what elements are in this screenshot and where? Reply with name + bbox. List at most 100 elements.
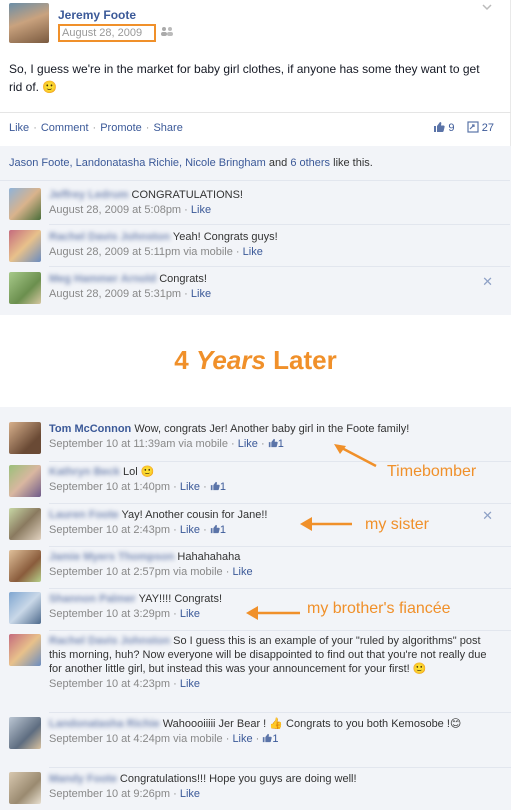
comment-item: Meg Hammer Arnold Congrats! August 28, 2…: [0, 270, 511, 308]
comment-item: Lauren Foote Yay! Another cousin for Jan…: [0, 506, 511, 546]
original-post: Jeremy Foote August 28, 2009 So, I guess…: [0, 0, 511, 315]
comment-item: Jeffrey Ledrum CONGRATULATIONS! August 2…: [0, 186, 511, 224]
likes-line-others[interactable]: 6 others: [290, 157, 330, 169]
commenter-avatar[interactable]: [9, 230, 41, 262]
commenter-name[interactable]: Shannon Palmer: [49, 593, 136, 605]
annotation-sister: my sister: [365, 516, 429, 533]
comment-text: Yay! Another cousin for Jane!!: [121, 509, 268, 521]
post-counts: 9 27: [433, 121, 494, 134]
comment-like-link[interactable]: Like: [180, 608, 200, 620]
post-date[interactable]: August 28, 2009: [58, 24, 156, 42]
comment-timestamp[interactable]: September 10 at 2:43pm: [49, 524, 170, 536]
commenter-name[interactable]: Mandy Foote: [49, 773, 117, 785]
divider: [0, 112, 511, 113]
commenter-avatar[interactable]: [9, 508, 41, 540]
comment-likes-count[interactable]: 1: [210, 481, 226, 493]
comment-like-link[interactable]: Like: [191, 204, 211, 216]
thumbs-up-icon: [210, 481, 220, 491]
comment-like-link[interactable]: Like: [232, 733, 252, 745]
share-icon: [467, 121, 479, 133]
comment-text: Congrats!: [159, 273, 207, 285]
commenter-name[interactable]: Tom McConnon: [49, 423, 131, 435]
commenter-avatar[interactable]: [9, 592, 41, 624]
thumbs-up-icon: [210, 524, 220, 534]
commenter-avatar[interactable]: [9, 272, 41, 304]
commenter-name[interactable]: Kathryn Beck: [49, 466, 120, 478]
comment-text: Hahahahaha: [177, 551, 241, 563]
commenter-name[interactable]: Meg Hammer Arnold: [49, 273, 156, 285]
commenter-name[interactable]: Jamie Myers Thompson: [49, 551, 174, 563]
annotation-arrow: [300, 517, 352, 531]
annotation-arrow: [334, 444, 377, 468]
commenter-avatar[interactable]: [9, 550, 41, 582]
commenter-avatar[interactable]: [9, 772, 41, 804]
comment-item: Tom McConnon Wow, congrats Jer! Another …: [0, 420, 511, 460]
comment-timestamp[interactable]: September 10 at 4:23pm: [49, 678, 170, 690]
shares-count[interactable]: 27: [482, 122, 494, 134]
comment-timestamp[interactable]: August 28, 2009 at 5:11pm via mobile: [49, 246, 233, 258]
comment-like-link[interactable]: Like: [232, 566, 252, 578]
chevron-down-icon[interactable]: [482, 3, 492, 15]
close-icon[interactable]: ✕: [482, 508, 493, 524]
comment-text: Wow, congrats Jer! Another baby girl in …: [134, 423, 410, 435]
comment-timestamp[interactable]: September 10 at 1:40pm: [49, 481, 170, 493]
comment-item: Landonatasha Richie Wahoooiiiii Jer Bear…: [0, 715, 511, 767]
thumbs-up-icon: [263, 733, 273, 743]
commenter-name[interactable]: Jeffrey Ledrum: [49, 189, 128, 201]
commenter-name[interactable]: Rachel Davis Johnston: [49, 635, 170, 647]
comment-like-link[interactable]: Like: [180, 788, 200, 800]
commenter-name[interactable]: Rachel Davis Johnston: [49, 231, 170, 243]
comment-text: Yeah! Congrats guys!: [172, 231, 278, 243]
comment-timestamp[interactable]: September 10 at 4:24pm via mobile: [49, 733, 223, 745]
commenter-avatar[interactable]: [9, 188, 41, 220]
comment-text: Lol 🙂: [122, 466, 155, 478]
close-icon[interactable]: ✕: [482, 274, 493, 290]
commenter-avatar[interactable]: [9, 465, 41, 497]
comment-timestamp[interactable]: September 10 at 3:29pm: [49, 608, 170, 620]
like-action[interactable]: Like: [9, 122, 29, 134]
annotation-fiancee: my brother's fiancée: [307, 600, 451, 617]
comment-item: Mandy Foote Congratulations!!! Hope you …: [0, 770, 511, 810]
annotation-timebomber: Timebomber: [387, 463, 477, 480]
promote-action[interactable]: Promote: [100, 122, 142, 134]
comment-likes-count[interactable]: 1: [262, 733, 279, 745]
comment-timestamp[interactable]: September 10 at 2:57pm via mobile: [49, 566, 223, 578]
post-actions: Like · Comment · Promote · Share: [9, 122, 183, 134]
comment-timestamp[interactable]: August 28, 2009 at 5:31pm: [49, 288, 181, 300]
share-action[interactable]: Share: [153, 122, 182, 134]
commenter-avatar[interactable]: [9, 634, 41, 666]
likes-line-names[interactable]: Jason Foote, Landonatasha Richie, Nicole…: [9, 157, 266, 169]
comment-like-link[interactable]: Like: [180, 678, 200, 690]
status-text: So, I guess we're in the market for baby…: [9, 62, 480, 94]
author-avatar[interactable]: [9, 3, 49, 43]
commenter-avatar[interactable]: [9, 717, 41, 749]
comment-item: Jamie Myers Thompson Hahahahaha Septembe…: [0, 548, 511, 588]
four-years-later-banner: 4 Years Later: [174, 345, 337, 375]
comment-text: Wahoooiiiii Jer Bear ! 👍 Congrats to you…: [162, 718, 462, 730]
commenter-name[interactable]: Landonatasha Richie: [49, 718, 160, 730]
thumbs-up-icon: [268, 438, 278, 448]
comment-like-link[interactable]: Like: [191, 288, 211, 300]
likes-line: Jason Foote, Landonatasha Richie, Nicole…: [9, 157, 373, 169]
comment-text: YAY!!!! Congrats!: [138, 593, 223, 605]
comment-like-link[interactable]: Like: [180, 524, 200, 536]
comment-timestamp[interactable]: September 10 at 9:26pm: [49, 788, 170, 800]
comment-item: Rachel Davis Johnston So I guess this is…: [0, 632, 511, 712]
comment-like-link[interactable]: Like: [243, 246, 263, 258]
likes-count[interactable]: 9: [448, 122, 454, 134]
comment-text: CONGRATULATIONS!: [131, 189, 243, 201]
post-author[interactable]: Jeremy Foote: [58, 8, 136, 22]
comment-like-link[interactable]: Like: [238, 438, 258, 450]
comment-text: Congratulations!!! Hope you guys are doi…: [119, 773, 357, 785]
comment-action[interactable]: Comment: [41, 122, 89, 134]
commenter-name[interactable]: Lauren Foote: [49, 509, 119, 521]
people-icon: [160, 26, 174, 39]
comment-timestamp[interactable]: August 28, 2009 at 5:08pm: [49, 204, 181, 216]
comment-likes-count[interactable]: 1: [268, 438, 284, 450]
annotation-arrow: [246, 606, 300, 620]
commenter-avatar[interactable]: [9, 422, 41, 454]
comment-likes-count[interactable]: 1: [210, 524, 226, 536]
comment-timestamp[interactable]: September 10 at 11:39am via mobile: [49, 438, 228, 450]
comment-like-link[interactable]: Like: [180, 481, 200, 493]
thumbs-up-icon: [433, 121, 445, 133]
